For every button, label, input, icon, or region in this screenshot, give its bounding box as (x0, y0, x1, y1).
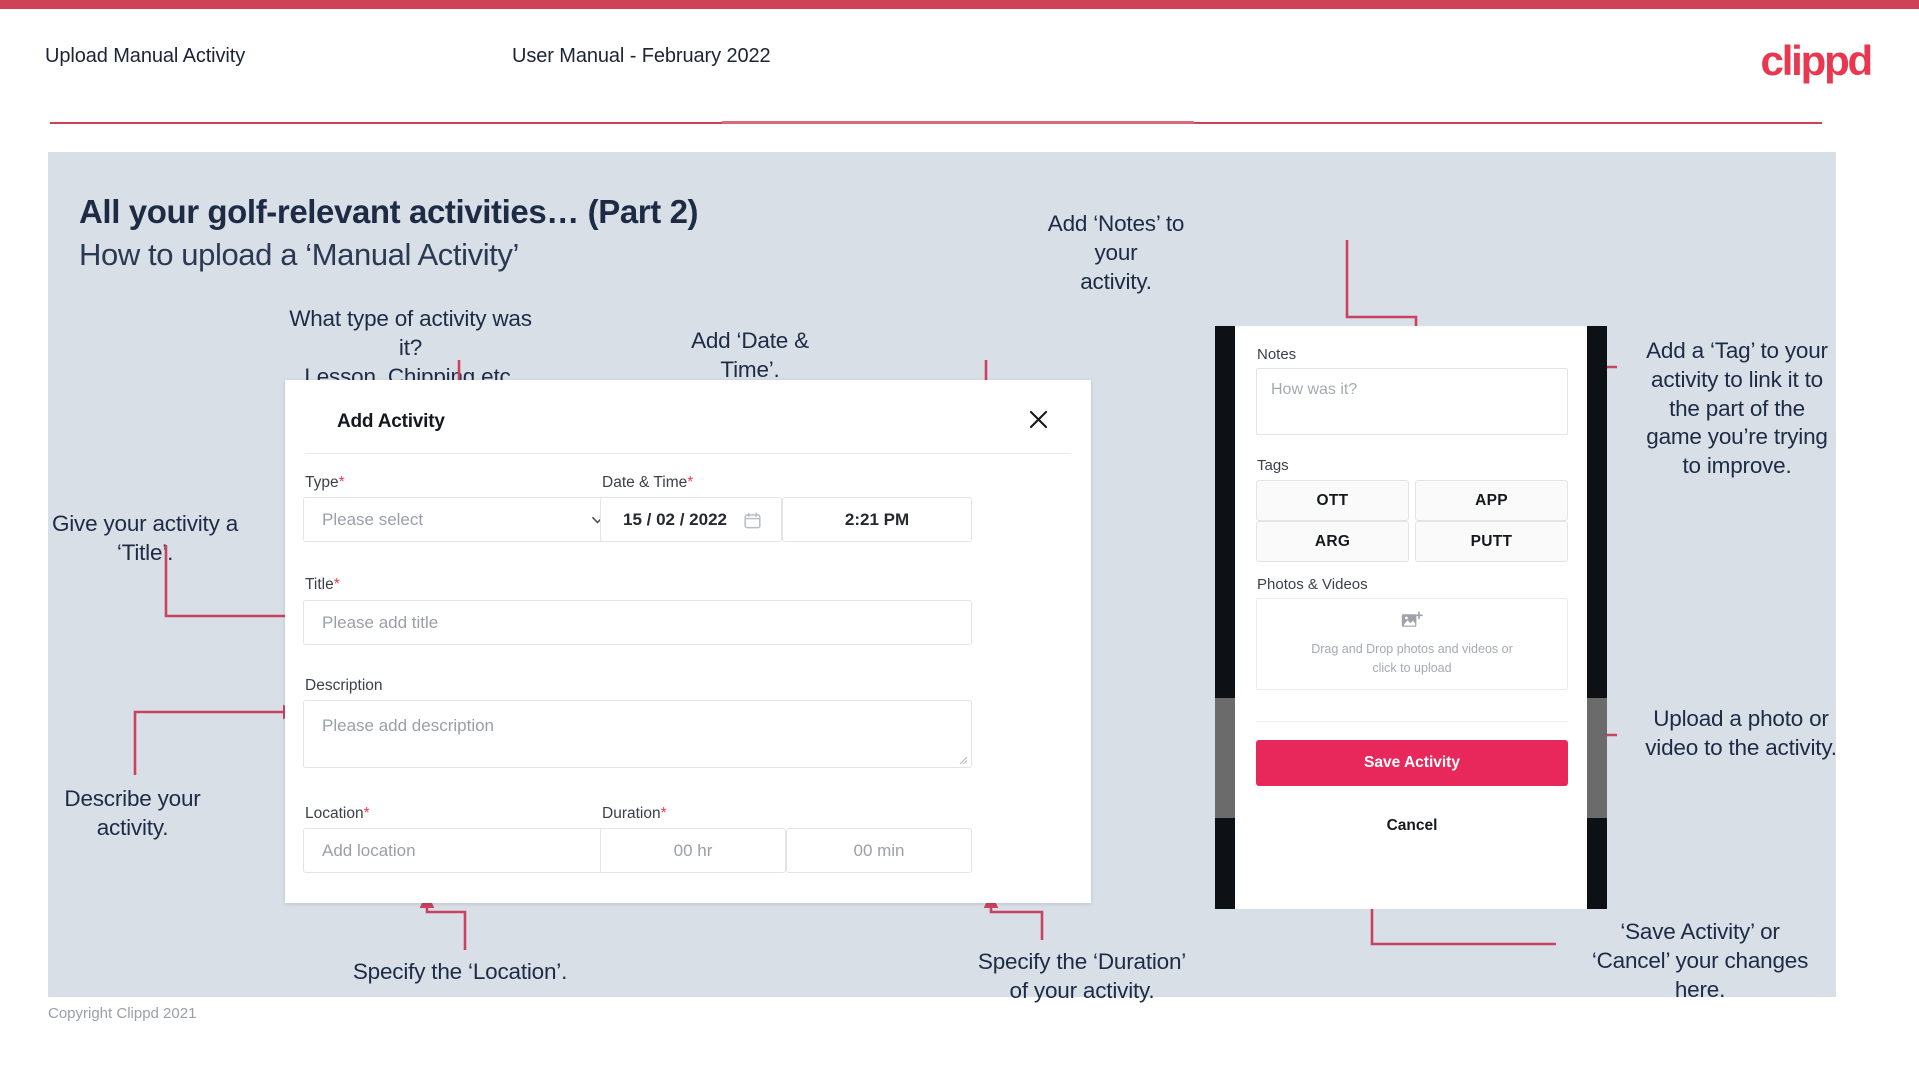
phone-frame-right (1587, 326, 1607, 909)
close-icon[interactable] (1021, 402, 1055, 436)
type-label: Type* (305, 474, 345, 492)
header-divider-highlight (722, 121, 1194, 124)
location-input[interactable]: Add location (303, 828, 623, 873)
time-value: 2:21 PM (844, 509, 910, 529)
clippd-logo: clippd (1760, 37, 1874, 84)
add-activity-dialog: Add Activity Type* Please select Date & … (285, 380, 1091, 903)
type-select[interactable]: Please select (303, 497, 623, 542)
phone-mockup: Notes How was it? Tags OTT APP ARG PUTT … (1215, 326, 1607, 909)
type-required-asterisk: * (338, 474, 345, 491)
duration-minutes-placeholder: 00 min (853, 840, 905, 860)
type-label-text: Type (305, 474, 339, 491)
dialog-separator (305, 453, 1071, 454)
description-placeholder: Please add description (322, 716, 495, 735)
tag-button-arg[interactable]: ARG (1256, 521, 1409, 562)
phone-screen: Notes How was it? Tags OTT APP ARG PUTT … (1235, 326, 1587, 909)
annotation-upload: Upload a photo or video to the activity. (1645, 706, 1837, 760)
phone-separator (1256, 721, 1568, 722)
footer-copyright: Copyright Clippd 2021 (48, 1005, 197, 1022)
tag-button-app[interactable]: APP (1415, 480, 1568, 521)
tag-button-putt[interactable]: PUTT (1415, 521, 1568, 562)
drop-zone-text: Drag and Drop photos and videos or click… (1311, 642, 1513, 675)
photos-videos-label: Photos & Videos (1257, 576, 1368, 593)
phone-frame-left (1215, 326, 1235, 909)
annotation-duration: Specify the ‘Duration’ of your activity. (977, 949, 1187, 1003)
type-placeholder: Please select (322, 509, 424, 529)
add-image-icon (1401, 611, 1423, 628)
annotation-describe: Describe your activity. (64, 786, 201, 840)
calendar-icon[interactable] (744, 512, 761, 529)
annotation-datetime: Add ‘Date & Time’. (691, 328, 809, 382)
annotation-location: Specify the ‘Location’. (352, 959, 568, 984)
dialog-title: Add Activity (337, 411, 445, 432)
notes-placeholder: How was it? (1271, 381, 1358, 398)
annotation-notes: Add ‘Notes’ to your activity. (1047, 211, 1185, 294)
duration-required-asterisk: * (660, 805, 667, 822)
location-label: Location* (305, 805, 370, 823)
time-input[interactable]: 2:21 PM (782, 497, 972, 542)
description-label: Description (305, 677, 383, 694)
title-required-asterisk: * (333, 576, 340, 593)
tag-button-ott[interactable]: OTT (1256, 480, 1409, 521)
slide-heading: All your golf-relevant activities… (Part… (79, 193, 699, 230)
description-textarea[interactable]: Please add description (303, 700, 972, 768)
location-placeholder: Add location (322, 840, 416, 860)
slide-subheading: How to upload a ‘Manual Activity’ (79, 237, 519, 272)
location-label-text: Location (305, 805, 364, 822)
slide-page: Upload Manual Activity User Manual - Feb… (0, 0, 1919, 1079)
top-accent-bar (0, 0, 1919, 9)
phone-volume-button-left (1215, 698, 1235, 818)
annotation-title: Give your activity a ‘Title’. (51, 511, 239, 565)
title-placeholder: Please add title (322, 612, 439, 632)
notes-label: Notes (1257, 346, 1297, 363)
duration-hours-placeholder: 00 hr (673, 840, 713, 860)
duration-hours-input[interactable]: 00 hr (600, 828, 786, 873)
datetime-label-text: Date & Time (602, 474, 688, 491)
cancel-button[interactable]: Cancel (1256, 811, 1568, 841)
title-label: Title* (305, 576, 340, 594)
title-input[interactable]: Please add title (303, 600, 972, 645)
resize-grip-icon[interactable] (958, 755, 968, 765)
duration-label: Duration* (602, 805, 667, 823)
annotation-save: ‘Save Activity’ or ‘Cancel’ your changes… (1591, 919, 1809, 1002)
page-subtitle: User Manual - February 2022 (512, 45, 771, 67)
datetime-label: Date & Time* (602, 474, 693, 492)
date-input[interactable]: 15 / 02 / 2022 (600, 497, 782, 542)
page-title: Upload Manual Activity (45, 45, 246, 67)
title-label-text: Title (305, 576, 334, 593)
datetime-required-asterisk: * (687, 474, 694, 491)
photo-drop-zone[interactable]: Drag and Drop photos and videos or click… (1256, 598, 1568, 690)
save-activity-button[interactable]: Save Activity (1256, 740, 1568, 786)
close-glyph (1029, 410, 1047, 428)
tags-label: Tags (1257, 457, 1289, 474)
notes-input[interactable]: How was it? (1256, 368, 1568, 435)
phone-volume-button-right (1587, 698, 1607, 818)
duration-minutes-input[interactable]: 00 min (786, 828, 972, 873)
annotation-tag: Add a ‘Tag’ to your activity to link it … (1646, 338, 1828, 479)
date-value: 15 / 02 / 2022 (623, 509, 727, 529)
duration-label-text: Duration (602, 805, 661, 822)
location-required-asterisk: * (363, 805, 370, 822)
annotation-type: What type of activity was it? Lesson, Ch… (289, 306, 532, 389)
